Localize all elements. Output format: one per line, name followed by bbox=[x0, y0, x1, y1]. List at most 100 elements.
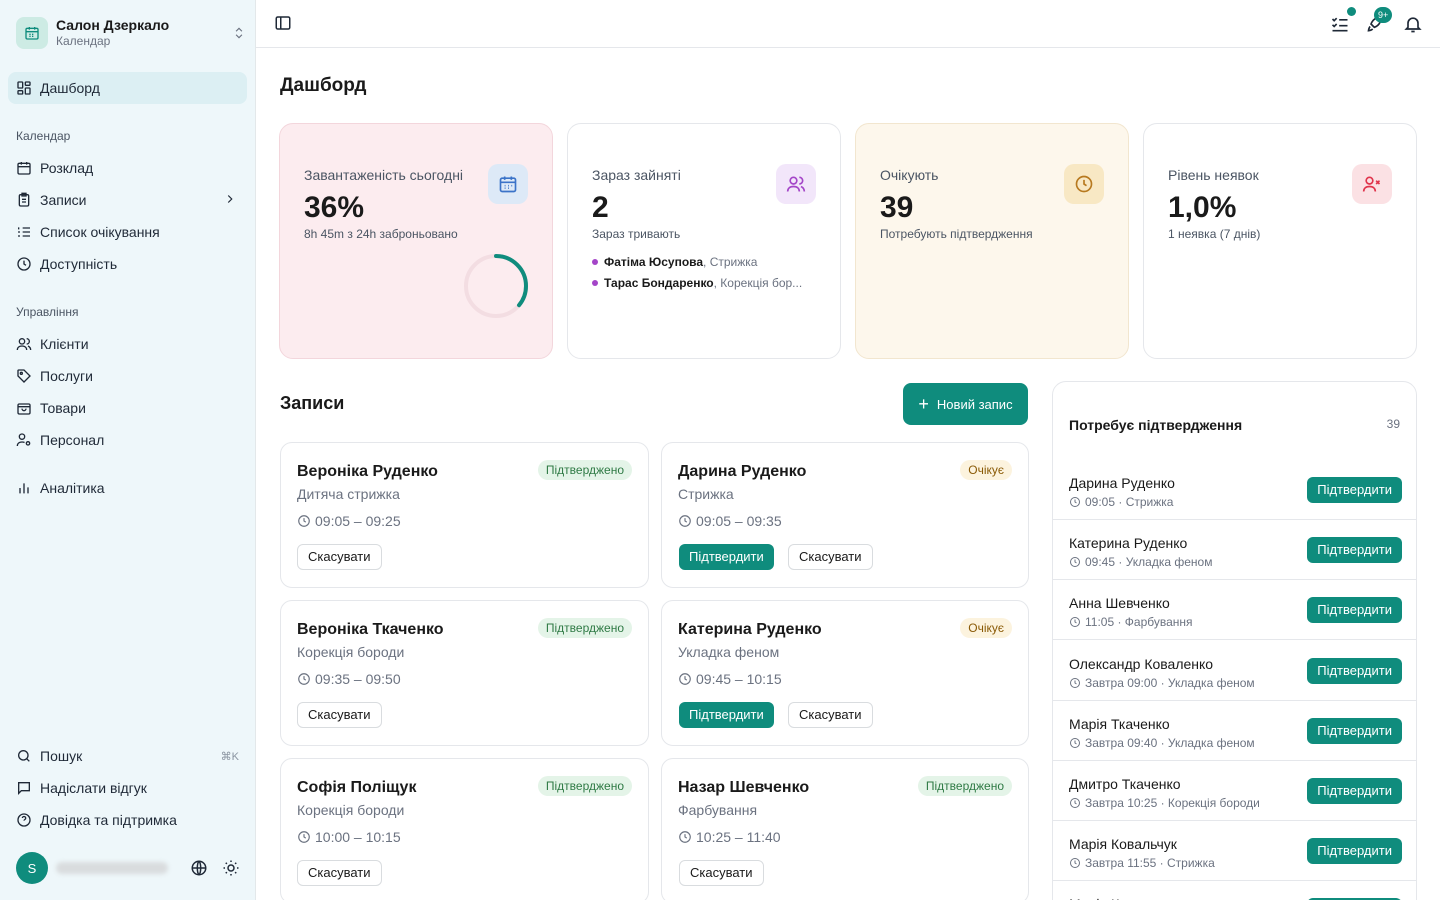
user-cog-icon bbox=[16, 432, 32, 448]
avatar: S bbox=[16, 852, 48, 884]
calendar-icon bbox=[488, 164, 528, 204]
appointment-card[interactable]: Вероніка Ткаченко Підтверджено Корекція … bbox=[280, 600, 649, 746]
sidebar-toggle-icon[interactable] bbox=[274, 14, 292, 32]
pending-time-service: 11:05 · Фарбування bbox=[1085, 615, 1193, 630]
updates-badge: 9+ bbox=[1374, 7, 1393, 23]
time-range: 10:25 – 11:40 bbox=[696, 829, 781, 845]
tasks-icon[interactable] bbox=[1330, 14, 1350, 34]
stat-label: Завантаженість сьогодні bbox=[304, 167, 464, 183]
pending-row[interactable]: Катерина Руденко 09:45 · Укладка феном Під… bbox=[1053, 520, 1416, 581]
pending-row[interactable]: Дарина Руденко 09:05 · Стрижка Підтвердити bbox=[1053, 460, 1416, 520]
pending-time-service: Завтра 10:25 · Корекція бороди bbox=[1085, 796, 1260, 810]
appointment-card[interactable]: Катерина Руденко Очікує Укладка феном 09… bbox=[661, 600, 1029, 746]
sidebar-item-label: Аналітика bbox=[40, 480, 105, 496]
status-badge: Очікує bbox=[960, 618, 1012, 638]
stat-subtitle: Потребують підтвердження bbox=[880, 227, 1033, 241]
chevrons-up-down-icon bbox=[232, 26, 246, 40]
pending-meta: Завтра 09:00 · Укладка феном bbox=[1069, 676, 1255, 690]
sidebar-item-label: Надіслати відгук bbox=[40, 780, 147, 796]
sidebar-item-feedback[interactable]: Надіслати відгук bbox=[8, 772, 247, 804]
stat-subtitle: 1 неявка (7 днів) bbox=[1168, 227, 1261, 241]
confirm-button[interactable]: Підтвердити bbox=[1307, 778, 1402, 804]
clock-icon bbox=[1070, 677, 1080, 688]
service-name: Дитяча стрижка bbox=[297, 486, 400, 502]
user-email-redacted bbox=[56, 862, 168, 874]
new-appointment-button[interactable]: + Новий запис bbox=[903, 383, 1028, 425]
users-icon bbox=[776, 164, 816, 204]
confirm-button[interactable]: Підтвердити bbox=[1307, 477, 1402, 503]
sidebar-item-staff[interactable]: Персонал bbox=[8, 424, 247, 456]
sidebar-item-help[interactable]: Довідка та підтримка bbox=[8, 804, 247, 836]
sidebar: Салон Дзеркало Календар Дашборд Календар… bbox=[0, 0, 256, 900]
confirm-button[interactable]: Підтвердити bbox=[679, 702, 774, 728]
confirm-button[interactable]: Підтвердити bbox=[1307, 717, 1402, 744]
client-name: Катерина Руденко bbox=[1069, 535, 1188, 552]
service-name: Фарбування bbox=[678, 802, 758, 818]
sidebar-item-availability[interactable]: Доступність bbox=[8, 248, 247, 280]
sidebar-item-analytics[interactable]: Аналітика bbox=[8, 472, 247, 504]
clock-icon bbox=[298, 515, 310, 527]
bar-chart-icon bbox=[16, 480, 32, 496]
cancel-button[interactable]: Скасувати bbox=[297, 702, 382, 728]
confirm-button[interactable]: Підтвердити bbox=[1307, 657, 1402, 684]
sidebar-item-schedule[interactable]: Розклад bbox=[8, 152, 247, 184]
confirm-button[interactable]: Підтвердити bbox=[1307, 597, 1402, 624]
sidebar-item-products[interactable]: Товари bbox=[8, 392, 247, 424]
users-icon bbox=[16, 336, 32, 352]
clock-icon bbox=[1070, 798, 1080, 808]
client-name: Дарина Руденко bbox=[1069, 475, 1175, 491]
confirm-button[interactable]: Підтвердити bbox=[679, 544, 774, 570]
cancel-button[interactable]: Скасувати bbox=[297, 544, 382, 570]
workspace-subtitle: Календар bbox=[56, 34, 111, 48]
busy-item[interactable]: Фатіма Юсупова , Стрижка bbox=[592, 255, 817, 269]
user-menu[interactable]: S bbox=[16, 852, 246, 884]
sidebar-item-clients[interactable]: Клієнти bbox=[8, 328, 247, 360]
confirm-button[interactable]: Підтвердити bbox=[1307, 537, 1402, 564]
busy-item[interactable]: Тарас Бондаренко , Корекція бор... bbox=[592, 276, 817, 290]
pending-meta: Завтра 09:40 · Укладка феном bbox=[1069, 736, 1255, 750]
client-name: Вероніка Ткаченко bbox=[297, 621, 444, 638]
pending-row[interactable]: Олександр Коваленко Завтра 09:00 · Укладк… bbox=[1053, 641, 1416, 701]
pending-confirmation-panel: Потребує підтвердження 39 Дарина Руденко… bbox=[1052, 381, 1417, 900]
cancel-button[interactable]: Скасувати bbox=[297, 860, 382, 886]
busy-client-name: Фатіма Юсупова bbox=[604, 255, 704, 269]
sidebar-item-label: Список очікування bbox=[40, 224, 160, 240]
time-range: 09:45 – 10:15 bbox=[696, 671, 782, 687]
pending-meta: Завтра 11:55 · Стрижка bbox=[1069, 856, 1215, 870]
workspace-switcher[interactable]: Салон Дзеркало Календар bbox=[16, 16, 246, 50]
stat-label: Очікують bbox=[880, 167, 939, 183]
sidebar-item-appointments[interactable]: Записи bbox=[8, 184, 247, 216]
cancel-button[interactable]: Скасувати bbox=[788, 544, 873, 570]
sidebar-item-search[interactable]: Пошук ⌘K bbox=[8, 740, 247, 772]
group-label-management: Управління bbox=[16, 305, 79, 319]
pending-row[interactable]: Марія Ковальчук Завтра 11:55 · Стрижка Під… bbox=[1053, 821, 1416, 882]
sidebar-item-dashboard[interactable]: Дашборд bbox=[8, 72, 247, 104]
user-x-icon bbox=[1352, 164, 1392, 204]
pending-row[interactable]: Марія КоваленкоПідтвердити bbox=[1053, 881, 1416, 900]
sidebar-item-waitlist[interactable]: Список очікування bbox=[8, 216, 247, 248]
stat-value: 39 bbox=[880, 191, 914, 224]
pending-row[interactable]: Марія Ткаченко Завтра 09:40 · Укладка фен… bbox=[1053, 701, 1416, 761]
appointment-card[interactable]: Назар Шевченко Підтверджено Фарбування 1… bbox=[661, 758, 1029, 900]
confirm-button[interactable]: Підтвердити bbox=[1307, 838, 1402, 865]
pending-row[interactable]: Дмитро Ткаченко Завтра 10:25 · Корекція б… bbox=[1053, 761, 1416, 821]
bell-icon[interactable] bbox=[1403, 14, 1423, 34]
sun-icon[interactable] bbox=[222, 859, 240, 877]
pending-row[interactable]: Анна Шевченко 11:05 · Фарбування Підтверди… bbox=[1053, 580, 1416, 641]
appointment-time: 09:05 – 09:25 bbox=[297, 513, 401, 529]
stat-card-busy: Зараз зайняті 2 Зараз тривають Фатіма Юс… bbox=[567, 123, 841, 359]
appointment-card[interactable]: Софія Поліщук Підтверджено Корекція боро… bbox=[280, 758, 649, 900]
tag-icon bbox=[16, 368, 32, 384]
globe-icon[interactable] bbox=[190, 859, 208, 877]
appointment-card[interactable]: Вероніка Руденко Підтверджено Дитяча стр… bbox=[280, 442, 649, 588]
sidebar-item-services[interactable]: Послуги bbox=[8, 360, 247, 392]
cancel-button[interactable]: Скасувати bbox=[679, 860, 764, 886]
time-range: 09:35 – 09:50 bbox=[315, 671, 401, 687]
service-name: Корекція бороди bbox=[297, 644, 405, 660]
panel-title: Потребує підтвердження bbox=[1069, 417, 1243, 433]
load-progress-ring bbox=[464, 254, 528, 318]
chevron-right-icon bbox=[223, 192, 237, 206]
cancel-button[interactable]: Скасувати bbox=[788, 702, 873, 728]
tasks-indicator bbox=[1347, 7, 1356, 16]
appointment-card[interactable]: Дарина Руденко Очікує Стрижка 09:05 – 09… bbox=[661, 442, 1029, 588]
